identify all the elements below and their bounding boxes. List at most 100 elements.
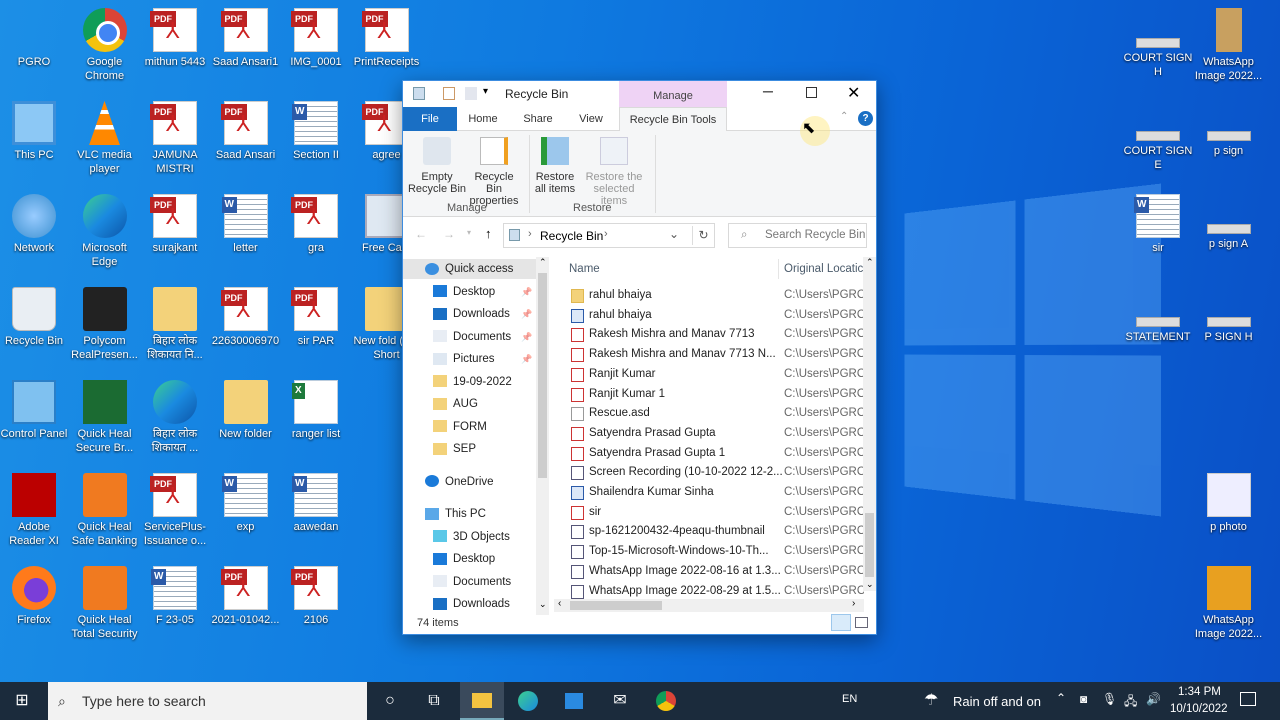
recycle-bin-properties-button[interactable]: Recycle Bin properties [467,137,521,207]
file-row[interactable]: sp-1621200432-4peaqu-thumbnail C:\Users\P… [554,522,864,541]
details-view-button[interactable] [831,614,851,631]
desktop-icon[interactable]: letter [211,194,281,255]
address-bar[interactable]: › Recycle Bin › ⌄ ↻ [503,223,715,248]
scroll-up-icon[interactable]: ⌃ [539,257,547,268]
breadcrumb-recycle-bin[interactable]: Recycle Bin [540,229,603,243]
webcam-icon[interactable]: ◙ [1080,692,1087,706]
file-row[interactable]: rahul bhaiya C:\Users\PGRO\ [554,286,864,305]
nav-item-sep[interactable]: SEP [433,439,476,459]
file-row[interactable]: WhatsApp Image 2022-08-29 at 1.5... C:\Us… [554,582,864,601]
minimize-button[interactable]: ─ [758,83,778,99]
clock-time[interactable]: 1:34 PM [1178,686,1221,698]
desktop-icon[interactable]: F 23-05 [140,566,210,627]
desktop-icon[interactable]: p photo [1194,473,1264,534]
scroll-right-icon[interactable]: › [852,598,855,609]
column-header-original-location[interactable]: Original Locatic [784,263,864,275]
desktop-icon[interactable]: WhatsApp Image 2022... [1194,566,1264,641]
nav-item-documents[interactable]: Documents 📌 [433,327,532,347]
nav-item-quick-access[interactable]: Quick access [403,259,536,279]
show-hidden-icons-icon[interactable]: ⌃ [1056,691,1066,705]
desktop-icon[interactable]: WhatsApp Image 2022... [1194,8,1264,83]
scroll-down-icon[interactable]: ⌄ [539,599,547,610]
desktop-icon[interactable]: Polycom RealPresen... [70,287,140,362]
nav-item-desktop[interactable]: Desktop [433,549,495,569]
file-row[interactable]: Rakesh Mishra and Manav 7713 C:\Users\PGR… [554,325,864,344]
desktop-icon[interactable]: Quick Heal Safe Banking [70,473,140,548]
tab-recycle-bin-tools[interactable]: Recycle Bin Tools [619,107,727,131]
desktop-icon[interactable]: p sign A [1194,194,1264,251]
tab-share[interactable]: Share [518,107,558,131]
desktop-icon[interactable]: aawedan [281,473,351,534]
help-icon[interactable]: ? [858,111,873,126]
desktop-icon[interactable]: Section II [281,101,351,162]
task-view-button[interactable]: ⧉ [412,682,456,720]
mail-taskbar-icon[interactable]: ✉ [598,682,642,720]
column-header-name[interactable]: Name [569,263,600,275]
nav-item-this-pc[interactable]: This PC [425,504,486,524]
desktop-icon[interactable]: IMG_0001 [281,8,351,69]
column-divider[interactable] [778,259,779,279]
nav-item-onedrive[interactable]: OneDrive [425,472,494,492]
desktop-icon[interactable]: PrintReceipts [352,8,422,69]
nav-item-3d-objects[interactable]: 3D Objects [433,527,510,547]
large-icons-view-button[interactable] [855,617,868,628]
desktop-icon[interactable]: ServicePlus-Issuance o... [140,473,210,548]
desktop-icon[interactable]: mithun 5443 [140,8,210,69]
microphone-icon[interactable]: 🎙 [1102,692,1117,706]
tab-home[interactable]: Home [463,107,503,131]
desktop-icon[interactable]: sir [1123,194,1193,255]
scroll-up-icon[interactable]: ⌃ [866,257,874,268]
nav-item-pictures[interactable]: Pictures 📌 [433,349,532,369]
file-row[interactable]: Ranjit Kumar 1 C:\Users\PGRO\ [554,385,864,404]
desktop-icon[interactable]: COURT SIGN H [1123,8,1193,79]
file-row[interactable]: WhatsApp Image 2022-08-16 at 1.3... C:\Us… [554,562,864,581]
maximize-button[interactable] [806,87,817,98]
nav-item-19-09-2022[interactable]: 19-09-2022 [433,372,512,392]
nav-item-downloads[interactable]: Downloads [433,594,510,614]
file-row[interactable]: Ranjit Kumar C:\Users\PGRO\ [554,365,864,384]
file-row[interactable]: Satyendra Prasad Gupta C:\Users\PGRO\ [554,424,864,443]
list-scrollbar-thumb[interactable] [865,513,874,577]
desktop-icon[interactable]: STATEMENT [1123,287,1193,344]
weather-text[interactable]: Rain off and on [953,694,1041,709]
file-explorer-taskbar-icon[interactable] [460,682,504,720]
desktop-icon[interactable]: This PC [0,101,69,162]
address-dropdown-icon[interactable]: ⌄ [669,227,679,241]
store-taskbar-icon[interactable] [552,682,596,720]
desktop-icon[interactable]: Network [0,194,69,255]
search-input[interactable]: ⌕ Search Recycle Bin [728,223,867,248]
up-button[interactable]: ↑ [485,226,492,241]
desktop-icon[interactable]: Recycle Bin [0,287,69,348]
nav-scrollbar[interactable]: ⌃ ⌄ [536,257,549,615]
list-vertical-scrollbar[interactable]: ⌃ ⌄ [863,257,876,591]
weather-icon[interactable]: ☂ [924,690,938,710]
refresh-button[interactable]: ↻ [692,226,714,245]
file-row[interactable]: Screen Recording (10-10-2022 12-2... C:\U… [554,463,864,482]
desktop-icon[interactable]: Adobe Reader XI [0,473,69,548]
close-button[interactable]: ✕ [847,83,860,103]
desktop-icon[interactable]: PGRO [0,8,69,69]
tab-file[interactable]: File [403,107,457,131]
list-horizontal-scrollbar[interactable]: ‹ › [554,598,864,612]
desktop-icon[interactable]: VLC media player [70,101,140,176]
desktop-icon[interactable]: बिहार लोक शिकायत नि... [140,287,210,362]
file-row[interactable]: Satyendra Prasad Gupta 1 C:\Users\PGRO\ [554,444,864,463]
pin-icon[interactable]: 📌 [521,327,532,347]
desktop-icon[interactable]: Quick Heal Secure Br... [70,380,140,455]
nav-item-downloads[interactable]: Downloads 📌 [433,304,532,324]
desktop-icon[interactable]: JAMUNA MISTRI [140,101,210,176]
volume-icon[interactable]: 🔊 [1146,692,1161,706]
desktop-icon[interactable]: COURT SIGN E [1123,101,1193,172]
breadcrumb-separator-icon[interactable]: › [604,228,608,240]
desktop-icon[interactable]: Quick Heal Total Security [70,566,140,641]
nav-scrollbar-thumb[interactable] [538,273,547,478]
desktop-icon[interactable]: Saad Ansari1 [211,8,281,69]
collapse-ribbon-icon[interactable]: ⌃ [840,111,848,122]
scroll-left-icon[interactable]: ‹ [558,598,561,609]
file-row[interactable]: Rakesh Mishra and Manav 7713 N... C:\User… [554,345,864,364]
pin-icon[interactable]: 📌 [521,282,532,302]
restore-all-items-button[interactable]: Restore all items [533,137,577,195]
desktop-icon[interactable]: बिहार लोक शिकायत ... [140,380,210,455]
file-row[interactable]: Shailendra Kumar Sinha C:\Users\PGRO\ [554,483,864,502]
desktop-icon[interactable]: 22630006970 [211,287,281,348]
